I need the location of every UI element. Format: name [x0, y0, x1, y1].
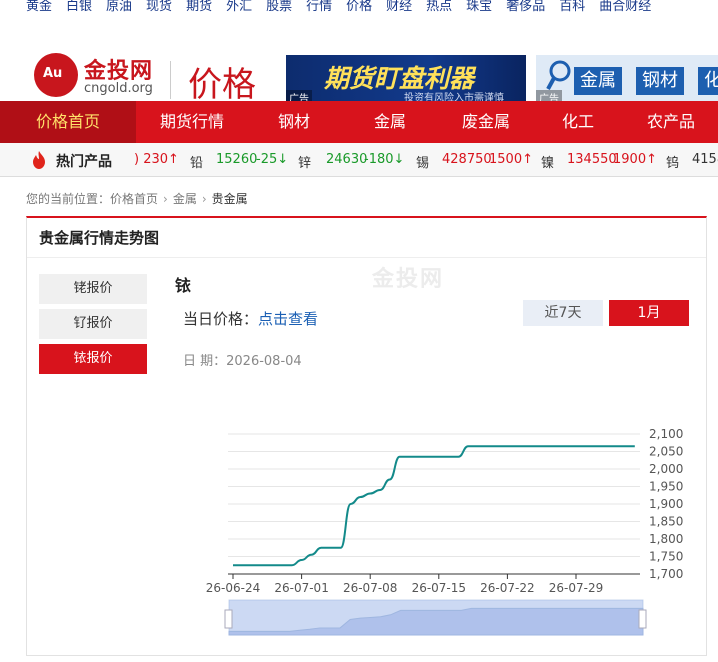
- y-tick-label: 1,700: [649, 567, 683, 581]
- y-tick-label: 1,800: [649, 532, 683, 546]
- y-tick-label: 2,050: [649, 445, 683, 459]
- y-tick-label: 1,950: [649, 480, 683, 494]
- y-tick-label: 1,900: [649, 497, 683, 511]
- y-tick-label: 1,850: [649, 515, 683, 529]
- series-line: [232, 445, 635, 567]
- x-tick-label: 26-07-01: [274, 581, 328, 595]
- x-tick-label: 26-07-15: [412, 581, 466, 595]
- x-tick-label: 26-07-08: [343, 581, 397, 595]
- y-tick-label: 2,100: [649, 427, 683, 441]
- y-tick-label: 2,000: [649, 462, 683, 476]
- zoom-handle-right[interactable]: [638, 609, 647, 629]
- x-tick-label: 26-07-22: [480, 581, 534, 595]
- price-chart: 1,700 1,750 1,800 1,850 1,900 1,950 2,000 2,050…: [206, 427, 683, 636]
- y-tick-label: 1,750: [649, 550, 683, 564]
- x-tick-label: 26-06-24: [206, 581, 260, 595]
- zoom-handle-left[interactable]: [224, 609, 233, 629]
- x-tick-label: 26-07-29: [549, 581, 603, 595]
